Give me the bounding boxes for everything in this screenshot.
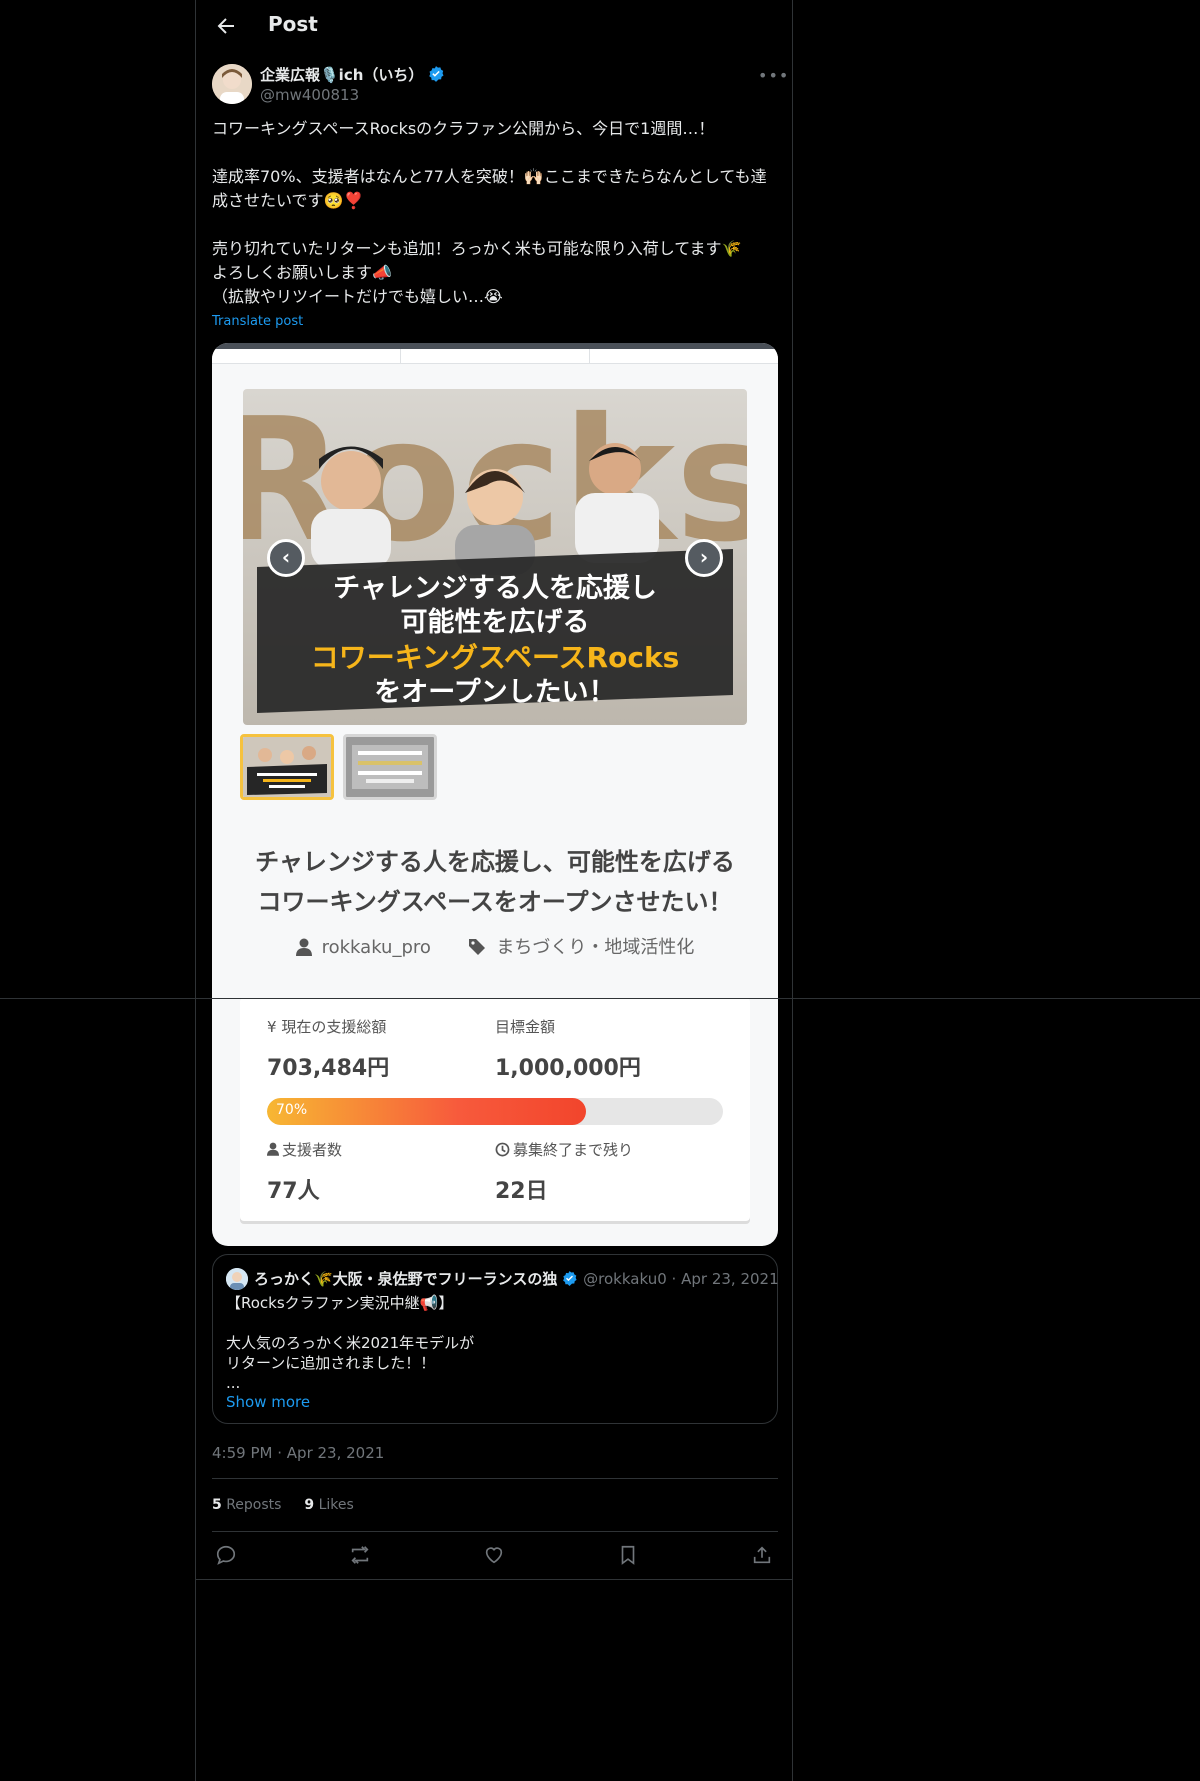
separator-dot: ·	[277, 1444, 283, 1462]
like-icon[interactable]	[483, 1544, 505, 1566]
post-date[interactable]: Apr 23, 2021	[287, 1444, 385, 1462]
divider	[196, 1579, 792, 1580]
quoted-line: 大人気のろっかく米2021年モデルが	[226, 1334, 475, 1352]
divider	[212, 1478, 778, 1479]
project-title-line: コワーキングスペースをオープンさせたい！	[257, 888, 733, 916]
goal-amount-label: 目標金額	[495, 1018, 556, 1036]
goal-amount-value: 1,000,000円	[495, 1056, 641, 1081]
backers-label-text: 支援者数	[282, 1141, 343, 1159]
author-handle[interactable]: @mw400813	[260, 86, 359, 104]
backers-label: 支援者数	[267, 1139, 342, 1160]
hero-caption-line: をオープンしたい！	[374, 677, 615, 708]
quoted-post[interactable]: ろっかく🌾大阪・泉佐野でフリーランスの独 @rokkaku0 · Apr 23,…	[212, 1254, 779, 1424]
link-card[interactable]: Rocks チャレンジする人を応援し 可能性を広げる コワーキングスペースRoc…	[212, 343, 778, 1246]
action-bar	[212, 1544, 778, 1568]
card-tabs	[212, 349, 778, 364]
carousel-prev-icon[interactable]: ‹	[267, 539, 305, 577]
tweet-line: （拡散やリツイートだけでも嬉しい…😭	[212, 287, 503, 306]
reposts-count[interactable]: 5 Reposts	[212, 1497, 281, 1513]
funding-stats: ¥ 現在の支援総額 703,484円 目標金額 1,000,000円 70% 支…	[240, 998, 750, 1221]
bookmark-icon[interactable]	[617, 1544, 639, 1566]
divider	[212, 1531, 778, 1532]
repost-icon[interactable]	[349, 1544, 371, 1566]
remaining-label-text: 募集終了まで残り	[513, 1141, 634, 1159]
show-more-link[interactable]: Show more	[226, 1393, 310, 1411]
reposts-number: 5	[212, 1497, 222, 1513]
progress-bar-fill	[267, 1098, 587, 1125]
carousel-next-icon[interactable]: ›	[685, 539, 723, 577]
quoted-date[interactable]: Apr 23, 2021	[681, 1270, 779, 1288]
likes-number: 9	[304, 1497, 315, 1513]
page-title: Post	[268, 12, 318, 36]
project-category[interactable]: まちづくり・地域活性化	[496, 937, 694, 958]
hero-caption-line: 可能性を広げる	[401, 606, 590, 638]
hero-caption-line: チャレンジする人を応援し	[333, 572, 657, 604]
header: Post	[196, 0, 792, 53]
more-options-icon[interactable]: •••	[758, 66, 789, 85]
likes-count[interactable]: 9 Likes	[304, 1497, 353, 1513]
progress-bar: 70%	[267, 1098, 723, 1125]
post-column: Post 企業広報🎙️ich（いち） @mw400813 ••• コワーキングス…	[195, 0, 793, 1781]
current-amount-label: ¥ 現在の支援総額	[267, 1016, 386, 1037]
quoted-text: 【Rocksクラファン実況中継📢】 大人気のろっかく米2021年モデルが リター…	[226, 1293, 766, 1393]
engagement-counts: 5 Reposts 9 Likes	[212, 1497, 354, 1513]
quoted-author-name[interactable]: ろっかく🌾大阪・泉佐野でフリーランスの独	[254, 1270, 557, 1288]
verified-badge-icon	[563, 1271, 577, 1286]
verified-badge-icon	[429, 66, 444, 82]
hero-caption-line: コワーキングスペースRocks	[311, 641, 679, 674]
likes-label: Likes	[318, 1497, 354, 1513]
quoted-line: ...	[226, 1374, 241, 1392]
tweet-line: 達成率70%、支援者はなんと77人を突破！🙌🏻ここまできたらなんとしても達成させ…	[212, 167, 767, 210]
back-arrow-icon[interactable]	[214, 14, 238, 38]
project-title[interactable]: チャレンジする人を応援し、可能性を広げる コワーキングスペースをオープンさせたい…	[232, 842, 758, 922]
remaining-label: 募集終了まで残り	[495, 1139, 633, 1160]
project-hero-image[interactable]: Rocks チャレンジする人を応援し 可能性を広げる コワーキングスペースRoc…	[243, 389, 747, 725]
post-timestamp[interactable]: 4:59 PM · Apr 23, 2021	[212, 1444, 384, 1462]
tweet-line: コワーキングスペースRocksのクラファン公開から、今日で1週間…！	[212, 119, 715, 138]
tweet-text: コワーキングスペースRocksのクラファン公開から、今日で1週間…！ 達成率70…	[212, 117, 778, 309]
project-title-line: チャレンジする人を応援し、可能性を広げる	[255, 848, 735, 876]
yen-icon: ¥	[267, 1018, 282, 1036]
tweet-line: 売り切れていたリターンも追加！ろっかく米も可能な限り入荷してます🌾	[212, 239, 742, 258]
remaining-value: 22日	[495, 1179, 548, 1204]
project-owner[interactable]: rokkaku_pro	[322, 937, 431, 958]
quoted-header: ろっかく🌾大阪・泉佐野でフリーランスの独 @rokkaku0 · Apr 23,…	[254, 1268, 779, 1289]
clock-icon	[495, 1142, 510, 1157]
current-amount-label-text: 現在の支援総額	[281, 1018, 387, 1036]
reply-icon[interactable]	[215, 1544, 237, 1566]
progress-percent: 70%	[276, 1102, 308, 1118]
carousel-thumbnail[interactable]	[240, 734, 334, 800]
backers-value: 77人	[267, 1179, 320, 1204]
tag-icon	[469, 939, 486, 955]
tweet-line: よろしくお願いします📣	[212, 263, 392, 282]
quoted-avatar[interactable]	[226, 1268, 248, 1290]
quoted-line: リターンに追加されました！！	[226, 1354, 436, 1372]
divider	[0, 998, 1200, 999]
project-meta: rokkaku_pro まちづくり・地域活性化	[212, 933, 778, 959]
current-amount-value: 703,484円	[267, 1056, 390, 1081]
quoted-line: 【Rocksクラファン実況中継📢】	[226, 1294, 454, 1312]
author-name[interactable]: 企業広報🎙️ich（いち）	[260, 64, 445, 85]
author-name-text[interactable]: 企業広報🎙️ich（いち）	[260, 66, 423, 84]
translate-post-link[interactable]: Translate post	[212, 314, 303, 329]
avatar[interactable]	[212, 64, 252, 104]
share-icon[interactable]	[751, 1544, 773, 1566]
quoted-handle[interactable]: @rokkaku0	[583, 1270, 667, 1288]
post-time[interactable]: 4:59 PM	[212, 1444, 272, 1462]
user-icon	[295, 938, 312, 956]
separator-dot: ·	[671, 1270, 677, 1288]
carousel-thumbnail[interactable]	[343, 734, 437, 800]
user-icon	[267, 1142, 279, 1156]
reposts-label: Reposts	[226, 1497, 282, 1513]
